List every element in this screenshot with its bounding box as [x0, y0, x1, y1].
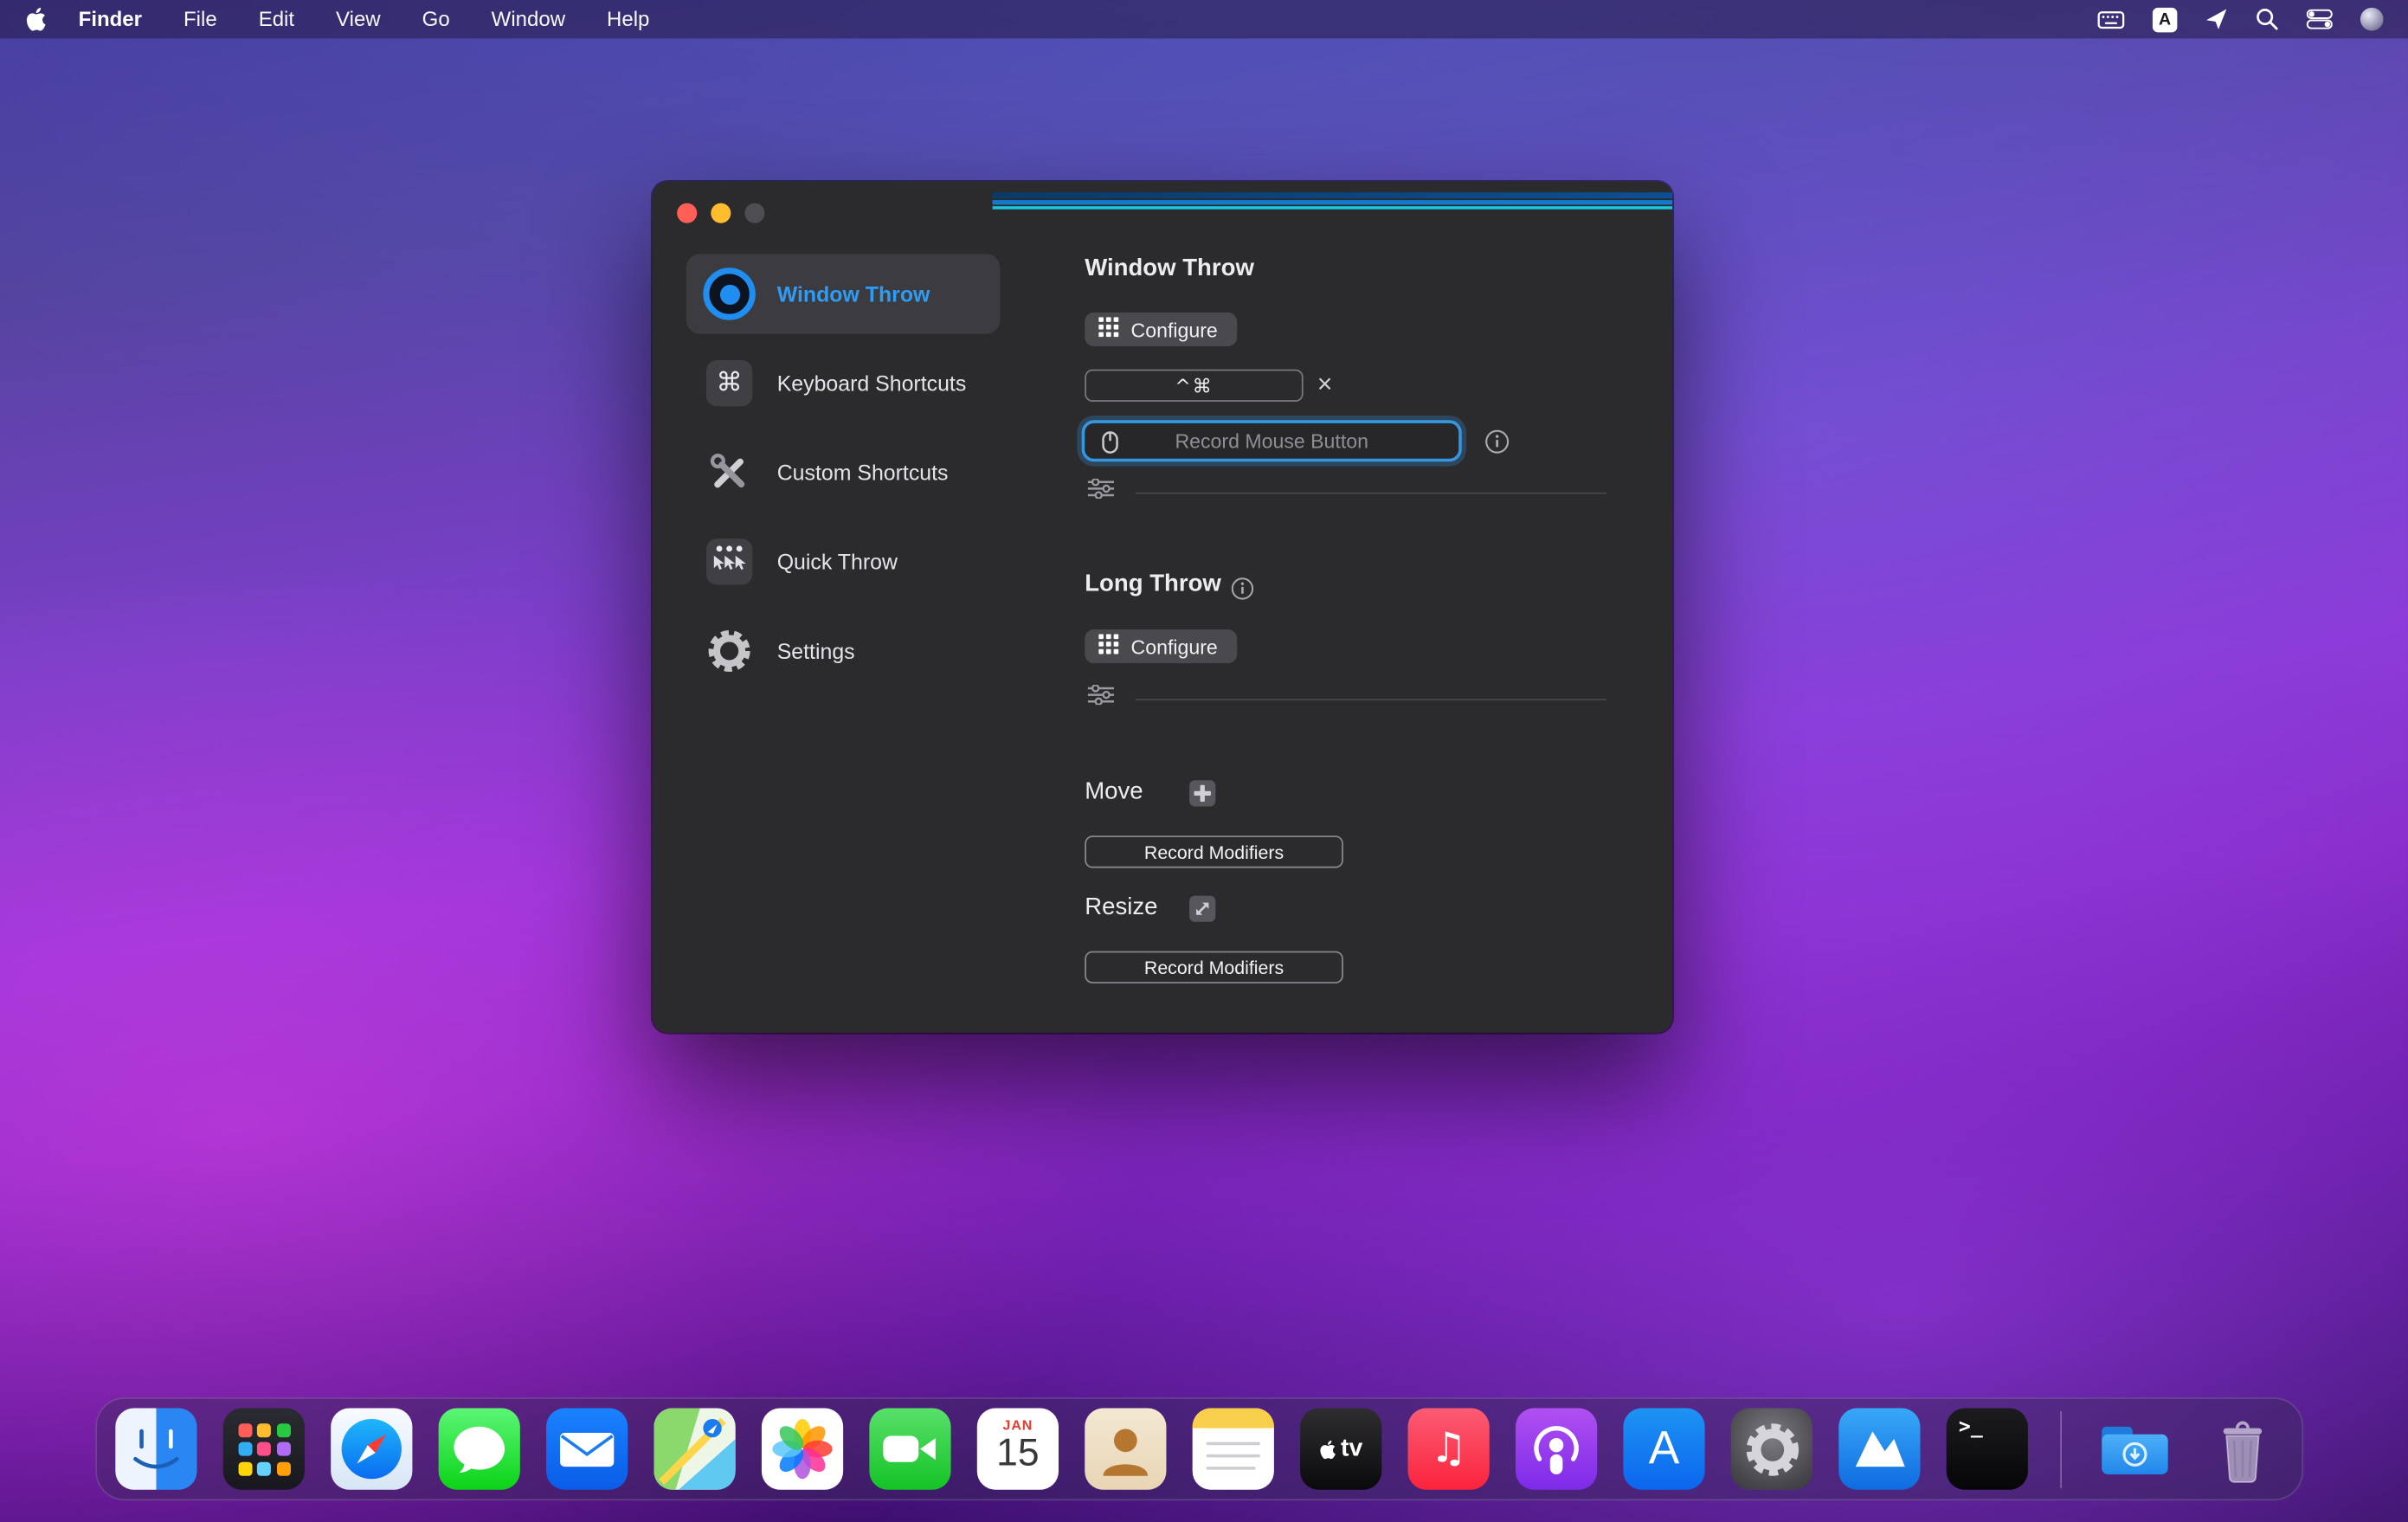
app-window: Window Throw ⌘ Keyboard Shortcuts Custom… — [653, 182, 1673, 1033]
section-title-long-throw: Long Throw — [1085, 571, 1221, 599]
dock-separator — [2060, 1410, 2062, 1487]
apple-menu-icon[interactable] — [24, 6, 48, 32]
grid-icon — [1098, 317, 1118, 341]
dock-window-app-icon[interactable] — [1838, 1409, 1920, 1490]
long-throw-options-row — [1088, 685, 1606, 713]
resize-diagonal-icon — [1189, 896, 1215, 922]
dock-calendar-icon[interactable]: JAN 15 — [977, 1409, 1059, 1490]
move-grid-icon — [1189, 780, 1215, 806]
configure-label: Configure — [1131, 318, 1218, 341]
resize-label: Resize — [1085, 894, 1157, 922]
record-mouse-placeholder: Record Mouse Button — [1175, 429, 1368, 453]
menu-bar: Finder File Edit View Go Window Help A — [0, 0, 2408, 38]
configure-label: Configure — [1131, 635, 1218, 658]
dock-app-store-icon[interactable]: A — [1623, 1409, 1704, 1490]
desktop: Finder File Edit View Go Window Help A — [0, 0, 2408, 1522]
terminal-prompt-glyph: >_ — [1959, 1416, 1983, 1439]
divider — [1136, 698, 1606, 700]
menu-item-file[interactable]: File — [183, 8, 217, 31]
dock-system-preferences-icon[interactable] — [1731, 1409, 1812, 1490]
control-center-icon[interactable] — [2307, 10, 2333, 29]
move-label: Move — [1085, 778, 1143, 806]
siri-icon[interactable] — [2360, 8, 2384, 31]
apple-tv-label: tv — [1341, 1435, 1362, 1463]
menu-item-edit[interactable]: Edit — [259, 8, 294, 31]
record-modifiers-move-button[interactable]: Record Modifiers — [1085, 835, 1343, 867]
spotlight-icon[interactable] — [2256, 8, 2279, 31]
configure-long-throw-button[interactable]: Configure — [1085, 629, 1238, 663]
dock-music-icon[interactable]: ♫ — [1408, 1409, 1490, 1490]
location-icon[interactable] — [2205, 8, 2228, 31]
input-source-icon[interactable]: A — [2153, 7, 2177, 31]
clear-shortcut-button[interactable]: × — [1312, 366, 1336, 400]
calendar-day: 15 — [996, 1435, 1039, 1473]
music-note-glyph: ♫ — [1430, 1425, 1467, 1473]
menu-app-name[interactable]: Finder — [79, 8, 142, 31]
dock-notes-icon[interactable] — [1193, 1409, 1274, 1490]
dock-contacts-icon[interactable] — [1085, 1409, 1166, 1490]
dock-downloads-icon[interactable] — [2094, 1409, 2175, 1490]
dock-finder-icon[interactable] — [115, 1409, 196, 1490]
dock-facetime-icon[interactable] — [869, 1409, 950, 1490]
menu-item-window[interactable]: Window — [492, 8, 565, 31]
menu-item-help[interactable]: Help — [607, 8, 649, 31]
dock: JAN 15 tv ♫ A >_ — [95, 1397, 2303, 1500]
options-sliders-icon[interactable] — [1088, 685, 1114, 713]
window-throw-options-row — [1088, 479, 1606, 506]
dock-mail-icon[interactable] — [546, 1409, 628, 1490]
info-icon-long-throw[interactable] — [1229, 576, 1253, 600]
section-title-window-throw: Window Throw — [1085, 255, 1254, 283]
dock-safari-icon[interactable] — [331, 1409, 412, 1490]
dock-maps-icon[interactable] — [654, 1409, 735, 1490]
shortcut-value: ^⌘ — [1175, 374, 1213, 397]
record-mouse-button-field[interactable]: Record Mouse Button — [1082, 420, 1462, 461]
dock-terminal-icon[interactable]: >_ — [1947, 1409, 2028, 1490]
menu-item-view[interactable]: View — [336, 8, 381, 31]
dock-launchpad-icon[interactable] — [223, 1409, 305, 1490]
dock-trash-icon[interactable] — [2202, 1409, 2283, 1490]
shortcut-field[interactable]: ^⌘ — [1085, 370, 1303, 402]
dock-apple-tv-icon[interactable]: tv — [1300, 1409, 1381, 1490]
configure-window-throw-button[interactable]: Configure — [1085, 313, 1238, 346]
grid-icon — [1098, 634, 1118, 658]
keyboard-icon[interactable] — [2097, 10, 2125, 29]
menu-item-go[interactable]: Go — [422, 8, 450, 31]
dock-messages-icon[interactable] — [439, 1409, 520, 1490]
app-store-glyph: A — [1649, 1422, 1680, 1474]
record-modifiers-resize-button[interactable]: Record Modifiers — [1085, 951, 1343, 983]
dock-photos-icon[interactable] — [762, 1409, 843, 1490]
dock-podcasts-icon[interactable] — [1516, 1409, 1597, 1490]
settings-content: Window Throw Configure ^⌘ × Record Mouse… — [653, 182, 1673, 1033]
info-icon-record-mouse[interactable] — [1484, 429, 1509, 454]
mouse-icon — [1102, 431, 1119, 462]
divider — [1136, 492, 1606, 493]
options-sliders-icon[interactable] — [1088, 479, 1114, 506]
